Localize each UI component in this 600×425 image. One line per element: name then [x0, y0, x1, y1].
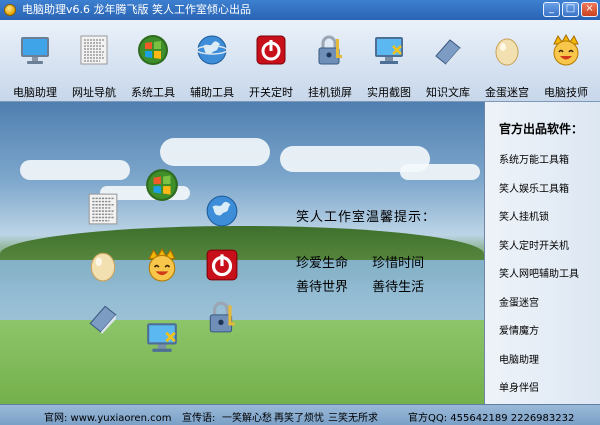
tool-label: 网址导航 — [72, 86, 116, 99]
maximize-button[interactable]: □ — [562, 2, 579, 17]
noise-grid-icon — [80, 35, 108, 65]
screen-capture-icon — [375, 37, 403, 64]
monitor-icon — [21, 37, 49, 64]
padlock-icon — [318, 35, 342, 65]
official-software-panel: 官方出品软件： 系统万能工具箱 笑人娱乐工具箱 笑人挂机锁 笑人定时开关机 笑人… — [484, 102, 600, 404]
main-scenery-panel: 笑人工作室温馨提示： 珍爱生命 珍惜时间 善待世界 善待生活 — [0, 102, 484, 404]
tool-helper-tools[interactable]: 辅助工具 — [182, 34, 242, 100]
software-link[interactable]: 笑人挂机锁 — [499, 208, 549, 223]
smiley-face-icon — [553, 34, 579, 66]
tool-label: 金蛋迷宫 — [485, 86, 529, 99]
message-phrase: 善待世界 — [296, 280, 349, 295]
software-link[interactable]: 爱情魔方 — [499, 322, 539, 337]
software-link[interactable]: 笑人娱乐工具箱 — [499, 180, 569, 195]
tool-label: 开关定时 — [249, 86, 293, 99]
egg-icon[interactable] — [86, 248, 120, 282]
message-phrase: 珍惜时间 — [372, 256, 425, 271]
globe-icon[interactable] — [205, 194, 239, 228]
tool-label: 实用截图 — [367, 86, 411, 99]
tool-knowledge-library[interactable]: 知识文库 — [418, 34, 478, 100]
tool-computer-assistant[interactable]: 电脑助理 — [5, 34, 65, 100]
slogan-text: 三笑无所求 — [328, 413, 378, 424]
tool-label: 挂机锁屏 — [308, 86, 352, 99]
software-link[interactable]: 金蛋迷宫 — [499, 294, 539, 309]
software-link[interactable]: 单身伴侣 — [499, 379, 539, 394]
globe-icon — [196, 35, 228, 65]
software-link[interactable]: 系统万能工具箱 — [499, 151, 569, 166]
message-line: 珍爱生命 珍惜时间 — [296, 252, 444, 271]
window-title: 电脑助理v6.6 龙年腾飞版 笑人工作室倾心出品 — [22, 3, 251, 16]
software-link[interactable]: 笑人网吧辅助工具 — [499, 265, 579, 280]
egg-icon — [495, 38, 519, 66]
message-phrase: 善待生活 — [372, 280, 425, 295]
tool-url-navigation[interactable]: 网址导航 — [64, 34, 124, 100]
software-link[interactable]: 电脑助理 — [499, 351, 539, 366]
close-button[interactable]: × — [581, 2, 598, 17]
website-link[interactable]: 官网: www.yuxiaoren.com — [44, 409, 171, 424]
book-icon — [435, 39, 461, 66]
tool-label: 辅助工具 — [190, 86, 234, 99]
power-icon[interactable] — [205, 248, 239, 282]
grass — [0, 320, 484, 404]
tool-golden-egg-maze[interactable]: 金蛋迷宫 — [477, 34, 537, 100]
book-icon[interactable] — [86, 300, 120, 334]
noise-grid-icon[interactable] — [86, 192, 120, 226]
main-toolbar: 电脑助理 网址导航 系统工具 辅助工具 开关定时 挂机锁屏 实用截图 知识文库 … — [0, 20, 600, 102]
windows-logo-icon[interactable] — [145, 168, 179, 202]
message-phrase: 珍爱生命 — [296, 256, 349, 271]
tool-idle-lock[interactable]: 挂机锁屏 — [300, 34, 360, 100]
slogan-text: 一笑解心愁 — [222, 413, 272, 424]
side-panel-title: 官方出品软件： — [499, 122, 584, 136]
tool-system-tools[interactable]: 系统工具 — [123, 34, 183, 100]
tool-label: 电脑技师 — [544, 86, 588, 99]
tool-power-timer[interactable]: 开关定时 — [241, 34, 301, 100]
cloud — [400, 164, 480, 180]
software-link[interactable]: 笑人定时开关机 — [499, 237, 569, 252]
windows-logo-icon — [138, 35, 168, 65]
message-line: 善待世界 善待生活 — [296, 276, 444, 295]
status-bar: 官网: www.yuxiaoren.com 宣传语: 一笑解心愁 再笑了烦忧 三… — [0, 404, 600, 425]
power-icon — [256, 35, 286, 65]
padlock-icon[interactable] — [205, 300, 239, 334]
official-qq: 官方QQ: 455642189 2226983232 — [408, 413, 575, 424]
tool-label: 知识文库 — [426, 86, 470, 99]
tool-computer-technician[interactable]: 电脑技师 — [536, 34, 596, 100]
screen-capture-icon[interactable] — [145, 320, 179, 354]
tool-label: 系统工具 — [131, 86, 175, 99]
app-window: 电脑助理v6.6 龙年腾飞版 笑人工作室倾心出品 _ □ × 电脑助理 网址导航 — [0, 0, 600, 425]
title-bar: 电脑助理v6.6 龙年腾飞版 笑人工作室倾心出品 _ □ × — [0, 0, 600, 20]
slogan-text: 再笑了烦忧 — [274, 413, 324, 424]
cloud — [20, 160, 130, 180]
tool-screenshot[interactable]: 实用截图 — [359, 34, 419, 100]
tool-label: 电脑助理 — [13, 86, 57, 99]
minimize-button[interactable]: _ — [543, 2, 560, 17]
slogan-label: 宣传语: — [182, 413, 216, 424]
cloud — [160, 138, 270, 166]
smiley-face-icon[interactable] — [145, 248, 179, 282]
message-title: 笑人工作室温馨提示： — [296, 210, 437, 225]
app-smiley-icon — [4, 4, 16, 16]
